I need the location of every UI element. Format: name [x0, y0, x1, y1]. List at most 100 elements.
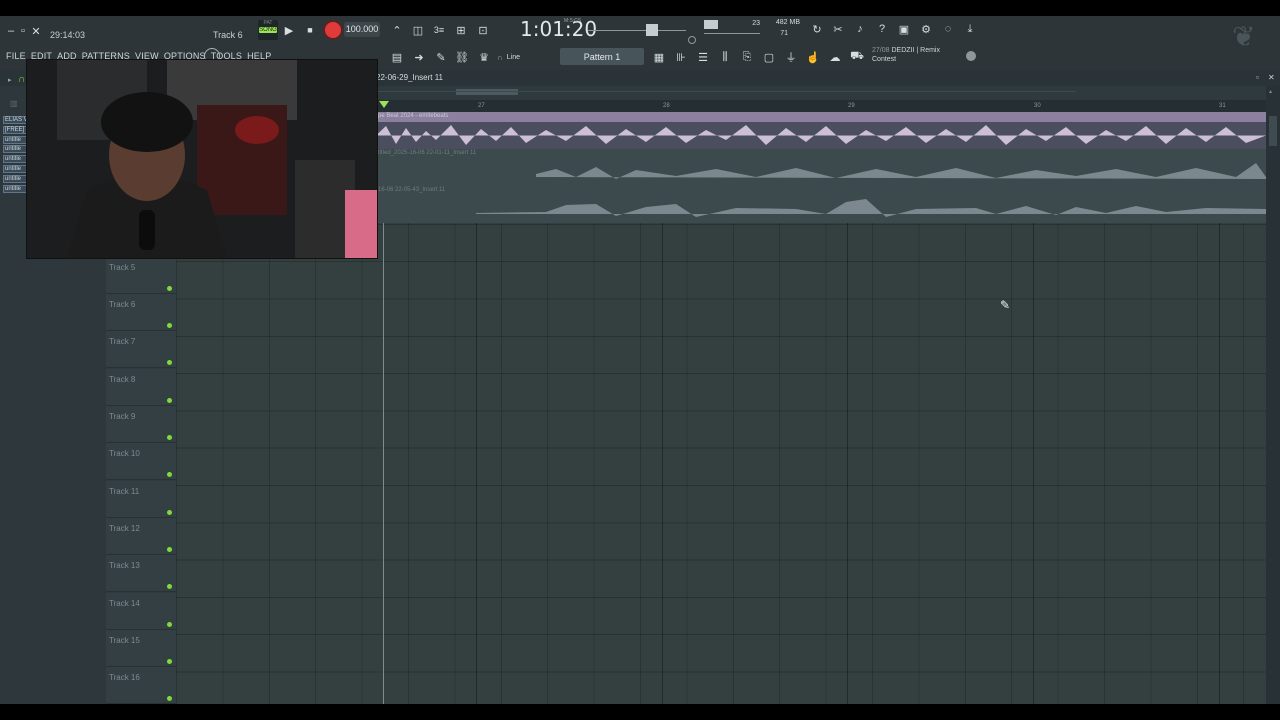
playhead-marker-icon[interactable]	[379, 101, 389, 108]
track-enable-led[interactable]	[167, 472, 172, 478]
polyphony-readout: 71	[780, 30, 788, 37]
cpu-value: 23	[752, 20, 760, 27]
stamp-icon[interactable]: ♛	[475, 48, 493, 66]
track-enable-led[interactable]	[167, 659, 172, 665]
help-icon[interactable]: ?	[873, 20, 891, 38]
news-date: 27/08	[872, 47, 890, 54]
audio-clip-vocal-2[interactable]: 16-06 22-05-43_Insert 11	[376, 186, 1266, 223]
cut-icon[interactable]: ✂	[829, 20, 847, 38]
playlist-close-icon[interactable]: ✕	[1268, 73, 1275, 82]
piano-roll-icon[interactable]: ▤	[388, 48, 406, 66]
snap-select[interactable]: ∩ Line	[497, 50, 553, 64]
track-header[interactable]: Track 14	[106, 593, 176, 631]
track-header[interactable]: Track 6	[106, 294, 176, 332]
track-name: Track 14	[109, 599, 140, 608]
track-enable-led[interactable]	[167, 323, 172, 329]
pattern-name: Pattern 1	[583, 51, 621, 62]
track-enable-led[interactable]	[167, 398, 172, 404]
track-header[interactable]: Track 9	[106, 406, 176, 444]
track-header[interactable]: Track 13	[106, 555, 176, 593]
track-name: Track 5	[109, 263, 136, 272]
mixer-icon[interactable]: ⫼	[716, 48, 734, 66]
browser-tab-icon[interactable]: ▥	[10, 99, 18, 108]
track-header[interactable]: Track 11	[106, 481, 176, 519]
track-enable-led[interactable]	[167, 622, 172, 628]
plugin-picker-icon[interactable]: ⎘	[738, 48, 756, 66]
track-header[interactable]: Track 16	[106, 667, 176, 705]
save-icon[interactable]: ▣	[895, 20, 913, 38]
track-enable-led[interactable]	[167, 696, 172, 702]
store-icon[interactable]: ⛟	[848, 48, 866, 66]
wait-for-input-icon[interactable]: ◫	[409, 21, 427, 39]
stop-icon[interactable]: ■	[301, 21, 319, 39]
track-name: Track 13	[109, 561, 140, 570]
track-header[interactable]: Track 15	[106, 630, 176, 668]
pencil-cursor-icon: ✎	[1000, 298, 1011, 312]
menu-file[interactable]: FILE	[6, 51, 26, 61]
arrow-tool-icon[interactable]: ➜	[410, 48, 428, 66]
piano-roll-window-icon[interactable]: ☰	[694, 48, 712, 66]
track-enable-led[interactable]	[167, 360, 172, 366]
track-header[interactable]: Track 12	[106, 518, 176, 556]
touch-icon[interactable]: ☝	[804, 48, 822, 66]
download-icon[interactable]: ⤓	[961, 20, 979, 38]
time-format-label: M:S:CS	[564, 18, 582, 24]
vertical-scrollbar[interactable]: ▴	[1266, 86, 1280, 704]
browser-expand-icon[interactable]: ▸	[8, 76, 12, 84]
track-enable-led[interactable]	[167, 547, 172, 553]
plugin-icon[interactable]: ⚙	[917, 20, 935, 38]
channel-rack-icon[interactable]: ⊪	[672, 48, 690, 66]
browser-icon[interactable]: ▢	[760, 48, 778, 66]
cloud-icon[interactable]: ☁	[826, 48, 844, 66]
scroll-thumb[interactable]	[1269, 116, 1277, 146]
track-enable-led[interactable]	[167, 435, 172, 441]
track-name: Track 12	[109, 524, 140, 533]
browser-magnet-icon[interactable]: ∩	[18, 74, 25, 85]
draw-tool-icon[interactable]: ✎	[432, 48, 450, 66]
metronome-icon[interactable]: ⌃	[388, 21, 406, 39]
close-icon[interactable]: ✕	[27, 22, 45, 40]
audio-clip-vocal-1[interactable]: titled_2025-16-06 22-01-11_Insert 11	[376, 149, 1266, 186]
track-header[interactable]: Track 8	[106, 369, 176, 407]
countdown-icon[interactable]: 3≡	[430, 21, 448, 39]
track-enable-led[interactable]	[167, 286, 172, 292]
record-icon[interactable]	[325, 22, 341, 38]
loop-record-icon[interactable]: ⊡	[474, 21, 492, 39]
track-header[interactable]: Track 7	[106, 331, 176, 369]
track-enable-led[interactable]	[167, 584, 172, 590]
waveform	[536, 163, 1266, 179]
link-icon[interactable]: ⛓	[453, 48, 471, 66]
waveform	[376, 125, 1266, 145]
track-header[interactable]: Track 10	[106, 443, 176, 481]
cpu-monitor: 23	[702, 19, 762, 39]
plug-icon[interactable]: ⏚	[782, 48, 800, 66]
snap-value: Line	[506, 53, 520, 61]
playlist-restore-icon[interactable]: ▫	[1256, 73, 1259, 82]
microphone-icon[interactable]: ♪	[851, 20, 869, 38]
track-name: Track 7	[109, 337, 136, 346]
track-name: Track 6	[109, 300, 136, 309]
scroll-track	[376, 91, 1076, 92]
timeline-ruler[interactable]	[378, 100, 1266, 112]
fl-fruit-logo-icon: ❦	[1232, 21, 1256, 52]
pitch-reset-icon[interactable]	[688, 36, 696, 44]
master-pitch-slider[interactable]	[588, 22, 686, 38]
news-panel[interactable]: 27/08 DEDZII | Remix Contest	[872, 46, 940, 64]
undo-icon[interactable]: ↻	[808, 20, 826, 38]
news-headline: DEDZII | Remix	[891, 47, 940, 54]
audio-clip-beat[interactable]: pe Beat 2024 - emitebeats	[376, 112, 1266, 149]
chat-icon[interactable]: ◌	[939, 20, 957, 38]
tempo-display[interactable]: 100.000	[344, 22, 380, 37]
horizontal-scrollbar[interactable]	[456, 89, 518, 95]
scroll-up-icon[interactable]: ▴	[1269, 88, 1272, 95]
globe-icon[interactable]	[966, 51, 976, 61]
time-display[interactable]: 1:01:20	[520, 17, 597, 41]
track-name: Track 10	[109, 449, 140, 458]
play-icon[interactable]: ▶	[280, 21, 298, 39]
pat-song-toggle[interactable]: PAT SONG	[258, 20, 278, 40]
track-header[interactable]: Track 5	[106, 257, 176, 295]
track-enable-led[interactable]	[167, 510, 172, 516]
playlist-icon[interactable]: ▦	[650, 48, 668, 66]
blend-notes-icon[interactable]: ⊞	[452, 21, 470, 39]
pattern-selector[interactable]: Pattern 1	[560, 48, 644, 65]
